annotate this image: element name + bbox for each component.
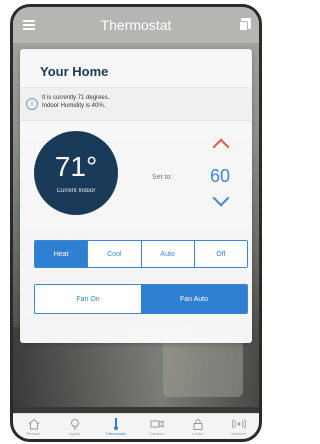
phone-frame: Thermostat Your Home i It is currently 7…	[10, 4, 262, 442]
fan-auto-button[interactable]: Fan Auto	[141, 285, 247, 313]
home-icon	[27, 417, 41, 430]
mode-off-button[interactable]: Off	[193, 241, 247, 267]
chevron-up-icon[interactable]	[212, 138, 230, 156]
current-temp-dial: 71° Current Indoor	[34, 131, 118, 215]
camera-icon	[150, 417, 164, 430]
wireless-icon	[231, 417, 246, 430]
copy-icon[interactable]	[239, 18, 251, 31]
mode-auto-button[interactable]: Auto	[140, 241, 194, 267]
mode-heat-button[interactable]: Heat	[35, 241, 88, 267]
tab-locks[interactable]: Locks	[177, 414, 218, 439]
thermostat-card: Your Home i It is currently 71 degrees. …	[20, 49, 252, 343]
info-banner: i It is currently 71 degrees. Indoor Hum…	[20, 87, 252, 121]
app-header: Thermostat	[13, 7, 259, 43]
mode-selector: Heat Cool Auto Off	[34, 240, 248, 268]
bottom-tab-bar: Remote Lights Thermostat Camera Locks Se…	[13, 413, 259, 439]
fan-selector: Fan On Fan Auto	[34, 284, 248, 314]
lock-icon	[191, 417, 205, 430]
tab-thermostat[interactable]: Thermostat	[95, 414, 136, 439]
info-line-humidity: Indoor Humidity is 40%.	[42, 103, 106, 109]
info-text: It is currently 71 degrees. Indoor Humid…	[42, 94, 242, 110]
tab-label: Locks	[192, 431, 203, 436]
lightbulb-icon	[68, 417, 82, 430]
tab-label: Remote	[26, 431, 41, 436]
tab-label: Thermostat	[105, 431, 126, 436]
thermometer-icon	[109, 417, 123, 430]
tab-sensors[interactable]: Sensors	[218, 414, 259, 439]
page-title: Thermostat	[100, 17, 172, 33]
set-to-label: Set to:	[152, 174, 173, 181]
hamburger-menu-icon[interactable]	[23, 20, 35, 30]
setpoint-value: 60	[209, 166, 231, 186]
chevron-down-icon[interactable]	[212, 189, 230, 207]
info-icon: i	[26, 98, 38, 110]
mode-cool-button[interactable]: Cool	[87, 241, 141, 267]
tab-label: Lights	[69, 431, 80, 436]
current-temp-value: 71°	[54, 151, 98, 182]
tab-lights[interactable]: Lights	[54, 414, 95, 439]
info-line-temp: It is currently 71 degrees.	[42, 95, 110, 101]
fan-on-button[interactable]: Fan On	[35, 285, 141, 313]
tab-label: Camera	[149, 431, 164, 436]
tab-remote[interactable]: Remote	[13, 414, 54, 439]
tab-label: Sensors	[231, 431, 246, 436]
tab-camera[interactable]: Camera	[136, 414, 177, 439]
current-temp-label: Current Indoor	[56, 188, 96, 194]
home-title: Your Home	[40, 64, 109, 79]
